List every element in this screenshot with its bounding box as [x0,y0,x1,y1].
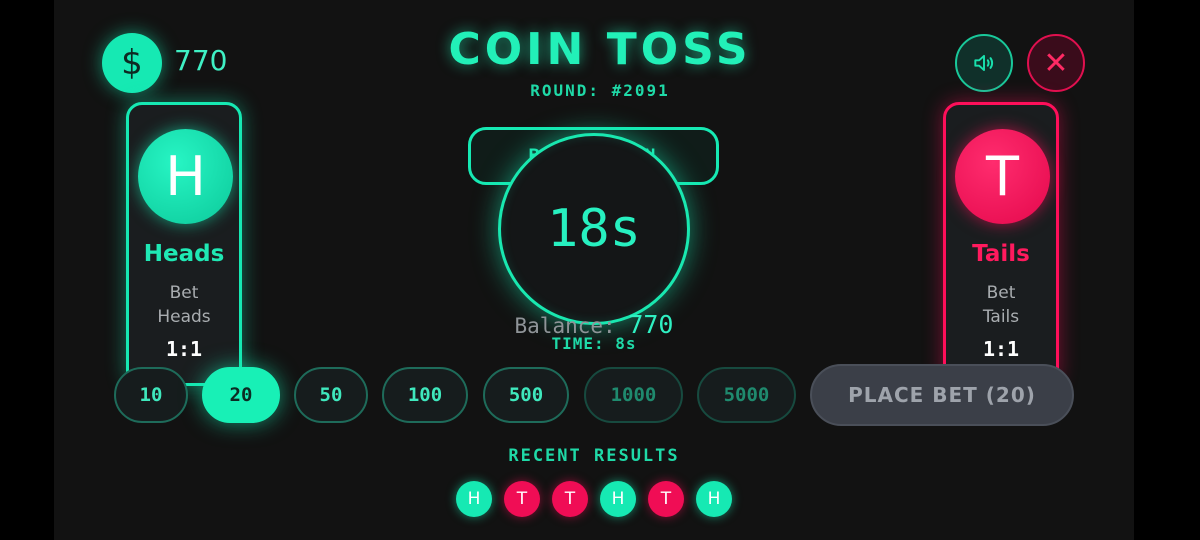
chip-10[interactable]: 10 [114,367,188,423]
game-title: COIN TOSS [448,24,752,75]
place-bet-button[interactable]: PLACE BET (20) [810,364,1074,426]
tails-label: Tails [972,241,1030,267]
tails-desc-line1: Bet [986,283,1016,303]
countdown-timer: 18s [498,133,690,325]
heads-desc-line1: Bet [169,283,199,303]
tails-coin: T [955,129,1050,224]
result-item: H [696,481,732,517]
chip-5000[interactable]: 5000 [697,367,796,423]
result-item: T [504,481,540,517]
chip-500[interactable]: 500 [483,367,569,423]
chip-20[interactable]: 20 [202,367,280,423]
result-item: H [456,481,492,517]
recent-results-list: H T T H T H [456,481,732,517]
heads-coin: H [138,129,233,224]
result-item: T [648,481,684,517]
chip-100[interactable]: 100 [382,367,468,423]
close-icon: ✕ [1043,45,1069,81]
result-item: H [600,481,636,517]
sound-button[interactable] [955,34,1013,92]
result-item: T [552,481,588,517]
round-number: ROUND: #2091 [530,81,670,100]
close-button[interactable]: ✕ [1027,34,1085,92]
heads-label: Heads [143,241,225,267]
chip-1000[interactable]: 1000 [584,367,683,423]
speaker-icon [974,54,994,72]
recent-results-title: RECENT RESULTS [508,446,680,466]
time-remaining: TIME: 8s [551,334,637,353]
chip-50[interactable]: 50 [294,367,368,423]
